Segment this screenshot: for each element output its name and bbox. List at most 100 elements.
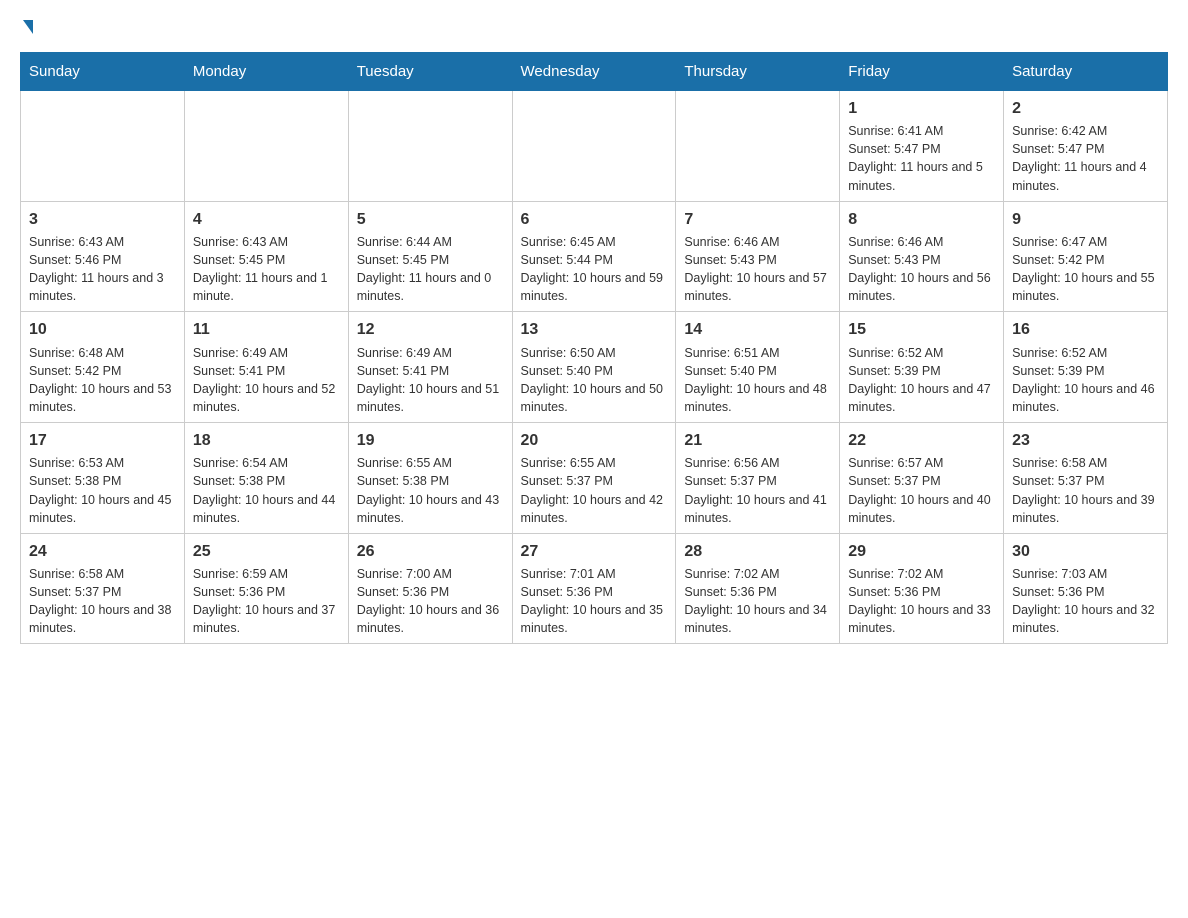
calendar-week-row: 24Sunrise: 6:58 AMSunset: 5:37 PMDayligh… bbox=[21, 533, 1168, 644]
calendar-day-cell: 13Sunrise: 6:50 AMSunset: 5:40 PMDayligh… bbox=[512, 312, 676, 423]
day-info-line: Daylight: 11 hours and 0 minutes. bbox=[357, 269, 504, 305]
day-info-line: Daylight: 10 hours and 44 minutes. bbox=[193, 491, 340, 527]
day-info-line: Sunrise: 6:49 AM bbox=[357, 344, 504, 362]
day-of-week-header: Wednesday bbox=[512, 53, 676, 91]
day-info-line: Sunrise: 6:57 AM bbox=[848, 454, 995, 472]
calendar-header-row: SundayMondayTuesdayWednesdayThursdayFrid… bbox=[21, 53, 1168, 91]
day-info-line: Daylight: 10 hours and 48 minutes. bbox=[684, 380, 831, 416]
day-number: 15 bbox=[848, 318, 995, 341]
calendar-day-cell: 28Sunrise: 7:02 AMSunset: 5:36 PMDayligh… bbox=[676, 533, 840, 644]
day-info-line: Daylight: 10 hours and 38 minutes. bbox=[29, 601, 176, 637]
day-info-line: Daylight: 10 hours and 52 minutes. bbox=[193, 380, 340, 416]
day-info-line: Daylight: 10 hours and 32 minutes. bbox=[1012, 601, 1159, 637]
day-number: 29 bbox=[848, 540, 995, 563]
day-number: 6 bbox=[521, 208, 668, 231]
day-info-line: Daylight: 10 hours and 39 minutes. bbox=[1012, 491, 1159, 527]
calendar-day-cell: 14Sunrise: 6:51 AMSunset: 5:40 PMDayligh… bbox=[676, 312, 840, 423]
day-number: 1 bbox=[848, 97, 995, 120]
calendar-day-cell: 21 Sunrise: 6:56 AMSunset: 5:37 PMDayligh… bbox=[676, 423, 840, 534]
day-info-line: Daylight: 10 hours and 34 minutes. bbox=[684, 601, 831, 637]
day-of-week-header: Friday bbox=[840, 53, 1004, 91]
calendar-day-cell: 20Sunrise: 6:55 AMSunset: 5:37 PMDayligh… bbox=[512, 423, 676, 534]
day-info-line: Sunrise: 6:55 AM bbox=[521, 454, 668, 472]
day-of-week-header: Saturday bbox=[1004, 53, 1168, 91]
day-info-line: Daylight: 10 hours and 57 minutes. bbox=[684, 269, 831, 305]
day-info-line: Sunrise: 6:46 AM bbox=[684, 233, 831, 251]
day-info-line: Daylight: 10 hours and 59 minutes. bbox=[521, 269, 668, 305]
day-info-line: Sunrise: 6:54 AM bbox=[193, 454, 340, 472]
day-info-line: Sunrise: 6:42 AM bbox=[1012, 122, 1159, 140]
day-info-line: Daylight: 10 hours and 41 minutes. bbox=[684, 491, 831, 527]
day-info-line: Sunrise: 6:51 AM bbox=[684, 344, 831, 362]
calendar-day-cell: 24Sunrise: 6:58 AMSunset: 5:37 PMDayligh… bbox=[21, 533, 185, 644]
day-info-line: Sunrise: 6:56 AM bbox=[684, 454, 831, 472]
calendar-day-cell: 29 Sunrise: 7:02 AMSunset: 5:36 PMDayligh… bbox=[840, 533, 1004, 644]
day-info-line: Sunrise: 6:44 AM bbox=[357, 233, 504, 251]
day-info-line: Daylight: 10 hours and 43 minutes. bbox=[357, 491, 504, 527]
day-info-line: Sunrise: 6:43 AM bbox=[193, 233, 340, 251]
day-number: 22 bbox=[848, 429, 995, 452]
day-info-line: Sunrise: 7:03 AM bbox=[1012, 565, 1159, 583]
day-info-line: Daylight: 11 hours and 1 minute. bbox=[193, 269, 340, 305]
day-info-line: Sunset: 5:45 PM bbox=[193, 251, 340, 269]
logo-arrow-icon bbox=[23, 20, 33, 34]
day-info-line: Sunrise: 6:45 AM bbox=[521, 233, 668, 251]
day-info-line: Daylight: 10 hours and 33 minutes. bbox=[848, 601, 995, 637]
day-info-line: Daylight: 10 hours and 47 minutes. bbox=[848, 380, 995, 416]
day-info-line: Sunset: 5:36 PM bbox=[848, 583, 995, 601]
day-info-line: Sunrise: 7:02 AM bbox=[848, 565, 995, 583]
day-of-week-header: Monday bbox=[184, 53, 348, 91]
day-info-line: Daylight: 10 hours and 42 minutes. bbox=[521, 491, 668, 527]
day-number: 7 bbox=[684, 208, 831, 231]
day-info-line: Sunset: 5:36 PM bbox=[521, 583, 668, 601]
calendar-week-row: 17Sunrise: 6:53 AMSunset: 5:38 PMDayligh… bbox=[21, 423, 1168, 534]
calendar-day-cell: 27Sunrise: 7:01 AMSunset: 5:36 PMDayligh… bbox=[512, 533, 676, 644]
page-header bbox=[20, 20, 1168, 36]
day-info-line: Daylight: 10 hours and 53 minutes. bbox=[29, 380, 176, 416]
day-info-line: Sunrise: 6:47 AM bbox=[1012, 233, 1159, 251]
calendar-day-cell: 26Sunrise: 7:00 AMSunset: 5:36 PMDayligh… bbox=[348, 533, 512, 644]
day-number: 23 bbox=[1012, 429, 1159, 452]
day-number: 16 bbox=[1012, 318, 1159, 341]
day-info-line: Sunset: 5:43 PM bbox=[684, 251, 831, 269]
day-info-line: Daylight: 10 hours and 51 minutes. bbox=[357, 380, 504, 416]
day-info-line: Sunset: 5:41 PM bbox=[357, 362, 504, 380]
day-info-line: Daylight: 10 hours and 35 minutes. bbox=[521, 601, 668, 637]
day-info-line: Sunset: 5:37 PM bbox=[684, 472, 831, 490]
day-number: 12 bbox=[357, 318, 504, 341]
day-info-line: Sunset: 5:41 PM bbox=[193, 362, 340, 380]
day-info-line: Sunset: 5:38 PM bbox=[193, 472, 340, 490]
calendar-day-cell bbox=[21, 91, 185, 202]
day-number: 21 bbox=[684, 429, 831, 452]
day-info-line: Sunrise: 6:55 AM bbox=[357, 454, 504, 472]
day-info-line: Daylight: 11 hours and 4 minutes. bbox=[1012, 158, 1159, 194]
calendar-day-cell: 15 Sunrise: 6:52 AMSunset: 5:39 PMDayligh… bbox=[840, 312, 1004, 423]
day-number: 25 bbox=[193, 540, 340, 563]
calendar-day-cell: 11Sunrise: 6:49 AMSunset: 5:41 PMDayligh… bbox=[184, 312, 348, 423]
day-info-line: Sunset: 5:47 PM bbox=[1012, 140, 1159, 158]
calendar-week-row: 3Sunrise: 6:43 AMSunset: 5:46 PMDaylight… bbox=[21, 201, 1168, 312]
calendar-day-cell: 17Sunrise: 6:53 AMSunset: 5:38 PMDayligh… bbox=[21, 423, 185, 534]
logo bbox=[20, 20, 33, 36]
day-number: 11 bbox=[193, 318, 340, 341]
day-info-line: Sunset: 5:44 PM bbox=[521, 251, 668, 269]
day-info-line: Sunset: 5:46 PM bbox=[29, 251, 176, 269]
day-info-line: Daylight: 11 hours and 5 minutes. bbox=[848, 158, 995, 194]
calendar-day-cell: 3Sunrise: 6:43 AMSunset: 5:46 PMDaylight… bbox=[21, 201, 185, 312]
calendar-day-cell: 8Sunrise: 6:46 AMSunset: 5:43 PMDaylight… bbox=[840, 201, 1004, 312]
day-info-line: Sunset: 5:39 PM bbox=[848, 362, 995, 380]
day-info-line: Sunrise: 6:50 AM bbox=[521, 344, 668, 362]
day-of-week-header: Thursday bbox=[676, 53, 840, 91]
day-info-line: Sunset: 5:39 PM bbox=[1012, 362, 1159, 380]
calendar-body: 1Sunrise: 6:41 AMSunset: 5:47 PMDaylight… bbox=[21, 91, 1168, 644]
calendar-day-cell: 16Sunrise: 6:52 AMSunset: 5:39 PMDayligh… bbox=[1004, 312, 1168, 423]
calendar-table: SundayMondayTuesdayWednesdayThursdayFrid… bbox=[20, 52, 1168, 644]
day-number: 24 bbox=[29, 540, 176, 563]
day-info-line: Sunrise: 6:52 AM bbox=[848, 344, 995, 362]
calendar-day-cell: 9Sunrise: 6:47 AMSunset: 5:42 PMDaylight… bbox=[1004, 201, 1168, 312]
calendar-day-cell: 22Sunrise: 6:57 AMSunset: 5:37 PMDayligh… bbox=[840, 423, 1004, 534]
day-info-line: Daylight: 10 hours and 46 minutes. bbox=[1012, 380, 1159, 416]
calendar-week-row: 1Sunrise: 6:41 AMSunset: 5:47 PMDaylight… bbox=[21, 91, 1168, 202]
calendar-day-cell: 2Sunrise: 6:42 AMSunset: 5:47 PMDaylight… bbox=[1004, 91, 1168, 202]
day-info-line: Daylight: 10 hours and 56 minutes. bbox=[848, 269, 995, 305]
